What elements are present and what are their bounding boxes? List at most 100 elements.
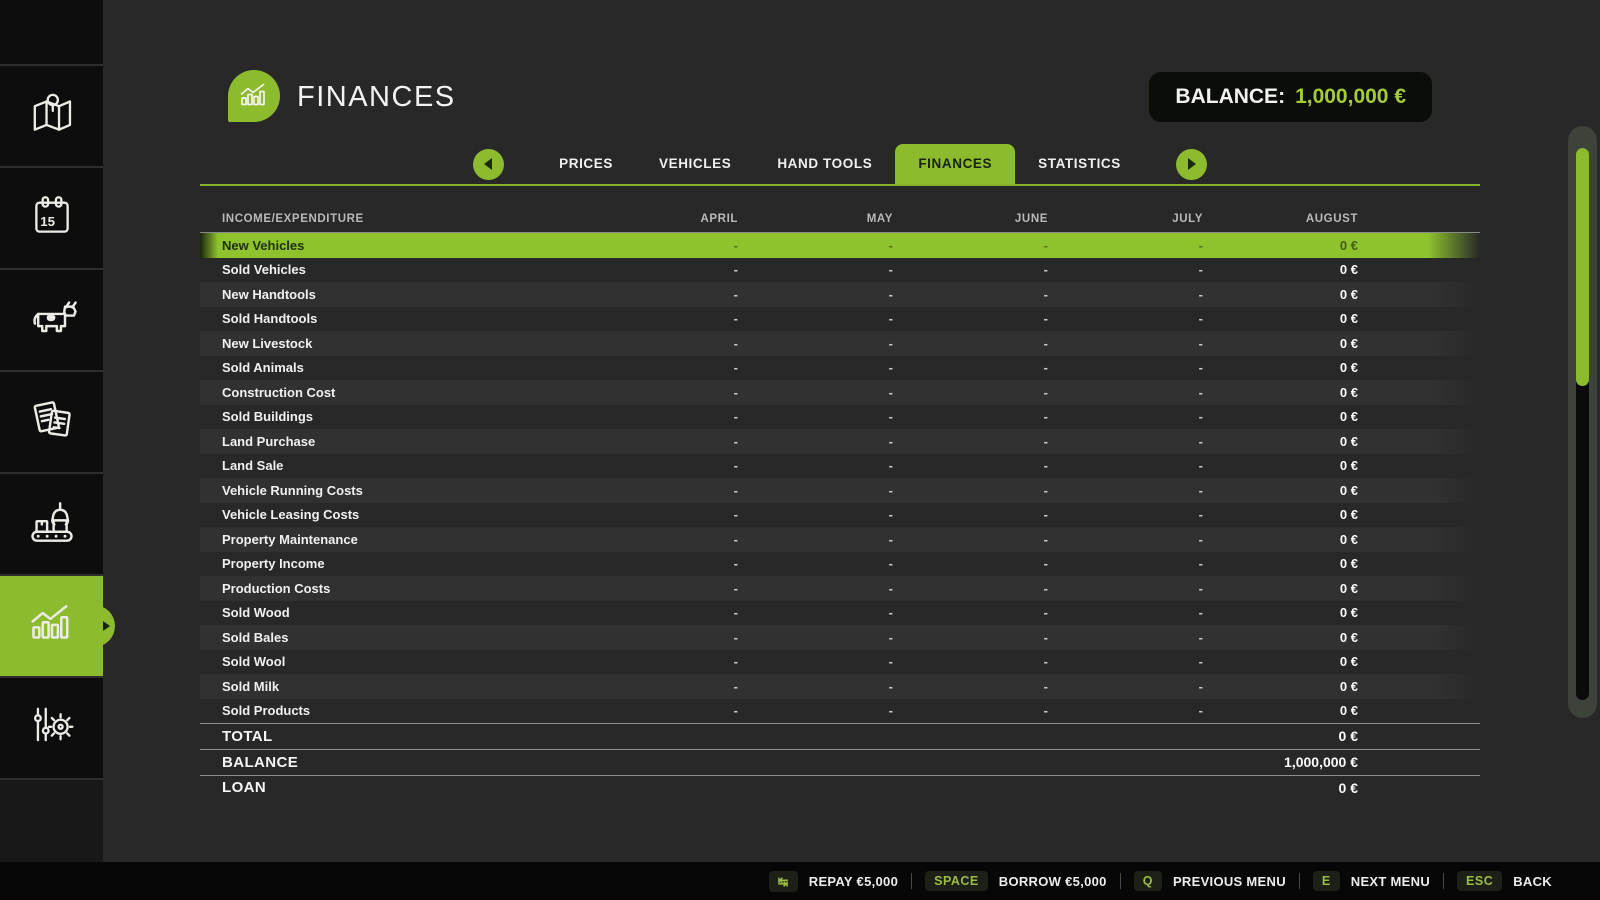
amount-cell: 0 €: [1203, 360, 1358, 375]
table-row-sold-milk[interactable]: Sold Milk ----0 €: [200, 674, 1480, 699]
amount-cell: 0 €: [1203, 287, 1358, 302]
table-row-sold-animals[interactable]: Sold Animals ----0 €: [200, 356, 1480, 381]
hint-label: BORROW €5,000: [999, 874, 1107, 889]
hint-divider: [1120, 873, 1121, 889]
summary-row-total: TOTAL 0 €: [200, 723, 1480, 749]
scrollbar-thumb[interactable]: [1576, 148, 1589, 386]
finances-page-icon: [228, 70, 280, 122]
empty-amount-cell: -: [583, 385, 738, 400]
q-key[interactable]: Q: [1134, 871, 1162, 891]
sidebar-item-map[interactable]: [0, 66, 103, 168]
empty-amount-cell: -: [1048, 605, 1203, 620]
empty-amount-cell: -: [893, 262, 1048, 277]
table-row-construction-cost[interactable]: Construction Cost ----0 €: [200, 380, 1480, 405]
empty-amount-cell: -: [738, 238, 893, 253]
balance-row-value: 1,000,000 €: [1203, 754, 1358, 770]
empty-amount-cell: -: [738, 360, 893, 375]
tab-hand-tools[interactable]: HAND TOOLS: [754, 144, 895, 184]
e-key[interactable]: E: [1313, 871, 1340, 891]
month-header-june: JUNE: [893, 213, 1048, 225]
month-header-july: JULY: [1048, 213, 1203, 225]
finances-icon: [25, 597, 79, 656]
row-label: Property Maintenance: [200, 532, 583, 547]
row-label: New Livestock: [200, 336, 583, 351]
empty-amount-cell: -: [893, 532, 1048, 547]
sidebar-item-contracts[interactable]: [0, 372, 103, 474]
table-row-property-income[interactable]: Property Income ----0 €: [200, 552, 1480, 577]
hint-borrow-5-000: SPACE BORROW €5,000: [925, 871, 1107, 891]
empty-amount-cell: -: [738, 703, 893, 718]
amount-cell: 0 €: [1203, 605, 1358, 620]
empty-amount-cell: -: [738, 556, 893, 571]
table-row-sold-wool[interactable]: Sold Wool ----0 €: [200, 650, 1480, 675]
table-row-sold-products[interactable]: Sold Products ----0 €: [200, 699, 1480, 724]
hint-back: ESCBACK: [1457, 871, 1552, 891]
empty-amount-cell: -: [1048, 311, 1203, 326]
row-label: Construction Cost: [200, 385, 583, 400]
tab-prices[interactable]: PRICES: [536, 144, 636, 184]
table-row-sold-vehicles[interactable]: Sold Vehicles ----0 €: [200, 258, 1480, 283]
empty-amount-cell: -: [1048, 409, 1203, 424]
tab-finances[interactable]: FINANCES: [895, 144, 1015, 184]
amount-cell: 0 €: [1203, 630, 1358, 645]
amount-cell: 0 €: [1203, 434, 1358, 449]
amount-cell: 0 €: [1203, 654, 1358, 669]
tabs: PRICESVEHICLESHAND TOOLSFINANCESSTATISTI…: [536, 144, 1144, 184]
empty-amount-cell: -: [1048, 630, 1203, 645]
table-row-sold-buildings[interactable]: Sold Buildings ----0 €: [200, 405, 1480, 430]
sidebar-item-settings[interactable]: [0, 678, 103, 780]
table-row-new-vehicles[interactable]: New Vehicles ----0 €: [200, 233, 1480, 258]
empty-amount-cell: -: [583, 360, 738, 375]
empty-amount-cell: -: [893, 483, 1048, 498]
empty-amount-cell: -: [583, 605, 738, 620]
tab-statistics[interactable]: STATISTICS: [1015, 144, 1144, 184]
row-label: Sold Buildings: [200, 409, 583, 424]
hint-next-menu: E NEXT MENU: [1313, 871, 1430, 891]
tab-bar: PRICESVEHICLESHAND TOOLSFINANCESSTATISTI…: [200, 144, 1480, 184]
summary-row-loan: LOAN 0 €: [200, 775, 1480, 801]
balance-badge: BALANCE: 1,000,000 €: [1149, 72, 1432, 122]
empty-amount-cell: -: [738, 532, 893, 547]
table-row-sold-bales[interactable]: Sold Bales ----0 €: [200, 625, 1480, 650]
table-row-vehicle-leasing-costs[interactable]: Vehicle Leasing Costs ----0 €: [200, 503, 1480, 528]
sidebar-item-production[interactable]: [0, 474, 103, 576]
tabs-previous-arrow-button[interactable]: [473, 149, 504, 180]
row-label: Sold Wood: [200, 605, 583, 620]
empty-amount-cell: -: [583, 458, 738, 473]
table-row-vehicle-running-costs[interactable]: Vehicle Running Costs ----0 €: [200, 478, 1480, 503]
table-row-sold-wood[interactable]: Sold Wood ----0 €: [200, 601, 1480, 626]
row-label: Sold Handtools: [200, 311, 583, 326]
tabs-next-arrow-button[interactable]: [1176, 149, 1207, 180]
esc-key[interactable]: ESC: [1457, 871, 1502, 891]
hint-label: NEXT MENU: [1351, 874, 1430, 889]
empty-amount-cell: -: [893, 409, 1048, 424]
production-icon: [26, 496, 78, 553]
empty-amount-cell: -: [738, 679, 893, 694]
empty-amount-cell: -: [583, 434, 738, 449]
empty-amount-cell: -: [1048, 703, 1203, 718]
arrow-left-icon: [484, 158, 492, 170]
sidebar-item-calendar[interactable]: 15: [0, 168, 103, 270]
svg-text:15: 15: [40, 214, 55, 229]
empty-amount-cell: -: [738, 630, 893, 645]
table-row-new-handtools[interactable]: New Handtools ----0 €: [200, 282, 1480, 307]
table-row-new-livestock[interactable]: New Livestock ----0 €: [200, 331, 1480, 356]
table-row-production-costs[interactable]: Production Costs ----0 €: [200, 576, 1480, 601]
table-row-land-sale[interactable]: Land Sale ----0 €: [200, 454, 1480, 479]
sidebar-item-animals[interactable]: [0, 270, 103, 372]
amount-cell: 0 €: [1203, 458, 1358, 473]
table-row-land-purchase[interactable]: Land Purchase ----0 €: [200, 429, 1480, 454]
table-row-sold-handtools[interactable]: Sold Handtools ----0 €: [200, 307, 1480, 332]
scrollbar-track[interactable]: [1568, 126, 1597, 718]
total-label: TOTAL: [200, 728, 583, 745]
row-label: Vehicle Leasing Costs: [200, 507, 583, 522]
space-key[interactable]: SPACE: [925, 871, 988, 891]
empty-amount-cell: -: [583, 654, 738, 669]
tab-vehicles[interactable]: VEHICLES: [636, 144, 754, 184]
empty-amount-cell: -: [738, 581, 893, 596]
sidebar-item-finances[interactable]: [0, 576, 103, 678]
tab-key[interactable]: ↹: [769, 871, 798, 892]
amount-cell: 0 €: [1203, 336, 1358, 351]
calendar-icon: 15: [27, 191, 77, 246]
table-row-property-maintenance[interactable]: Property Maintenance ----0 €: [200, 527, 1480, 552]
